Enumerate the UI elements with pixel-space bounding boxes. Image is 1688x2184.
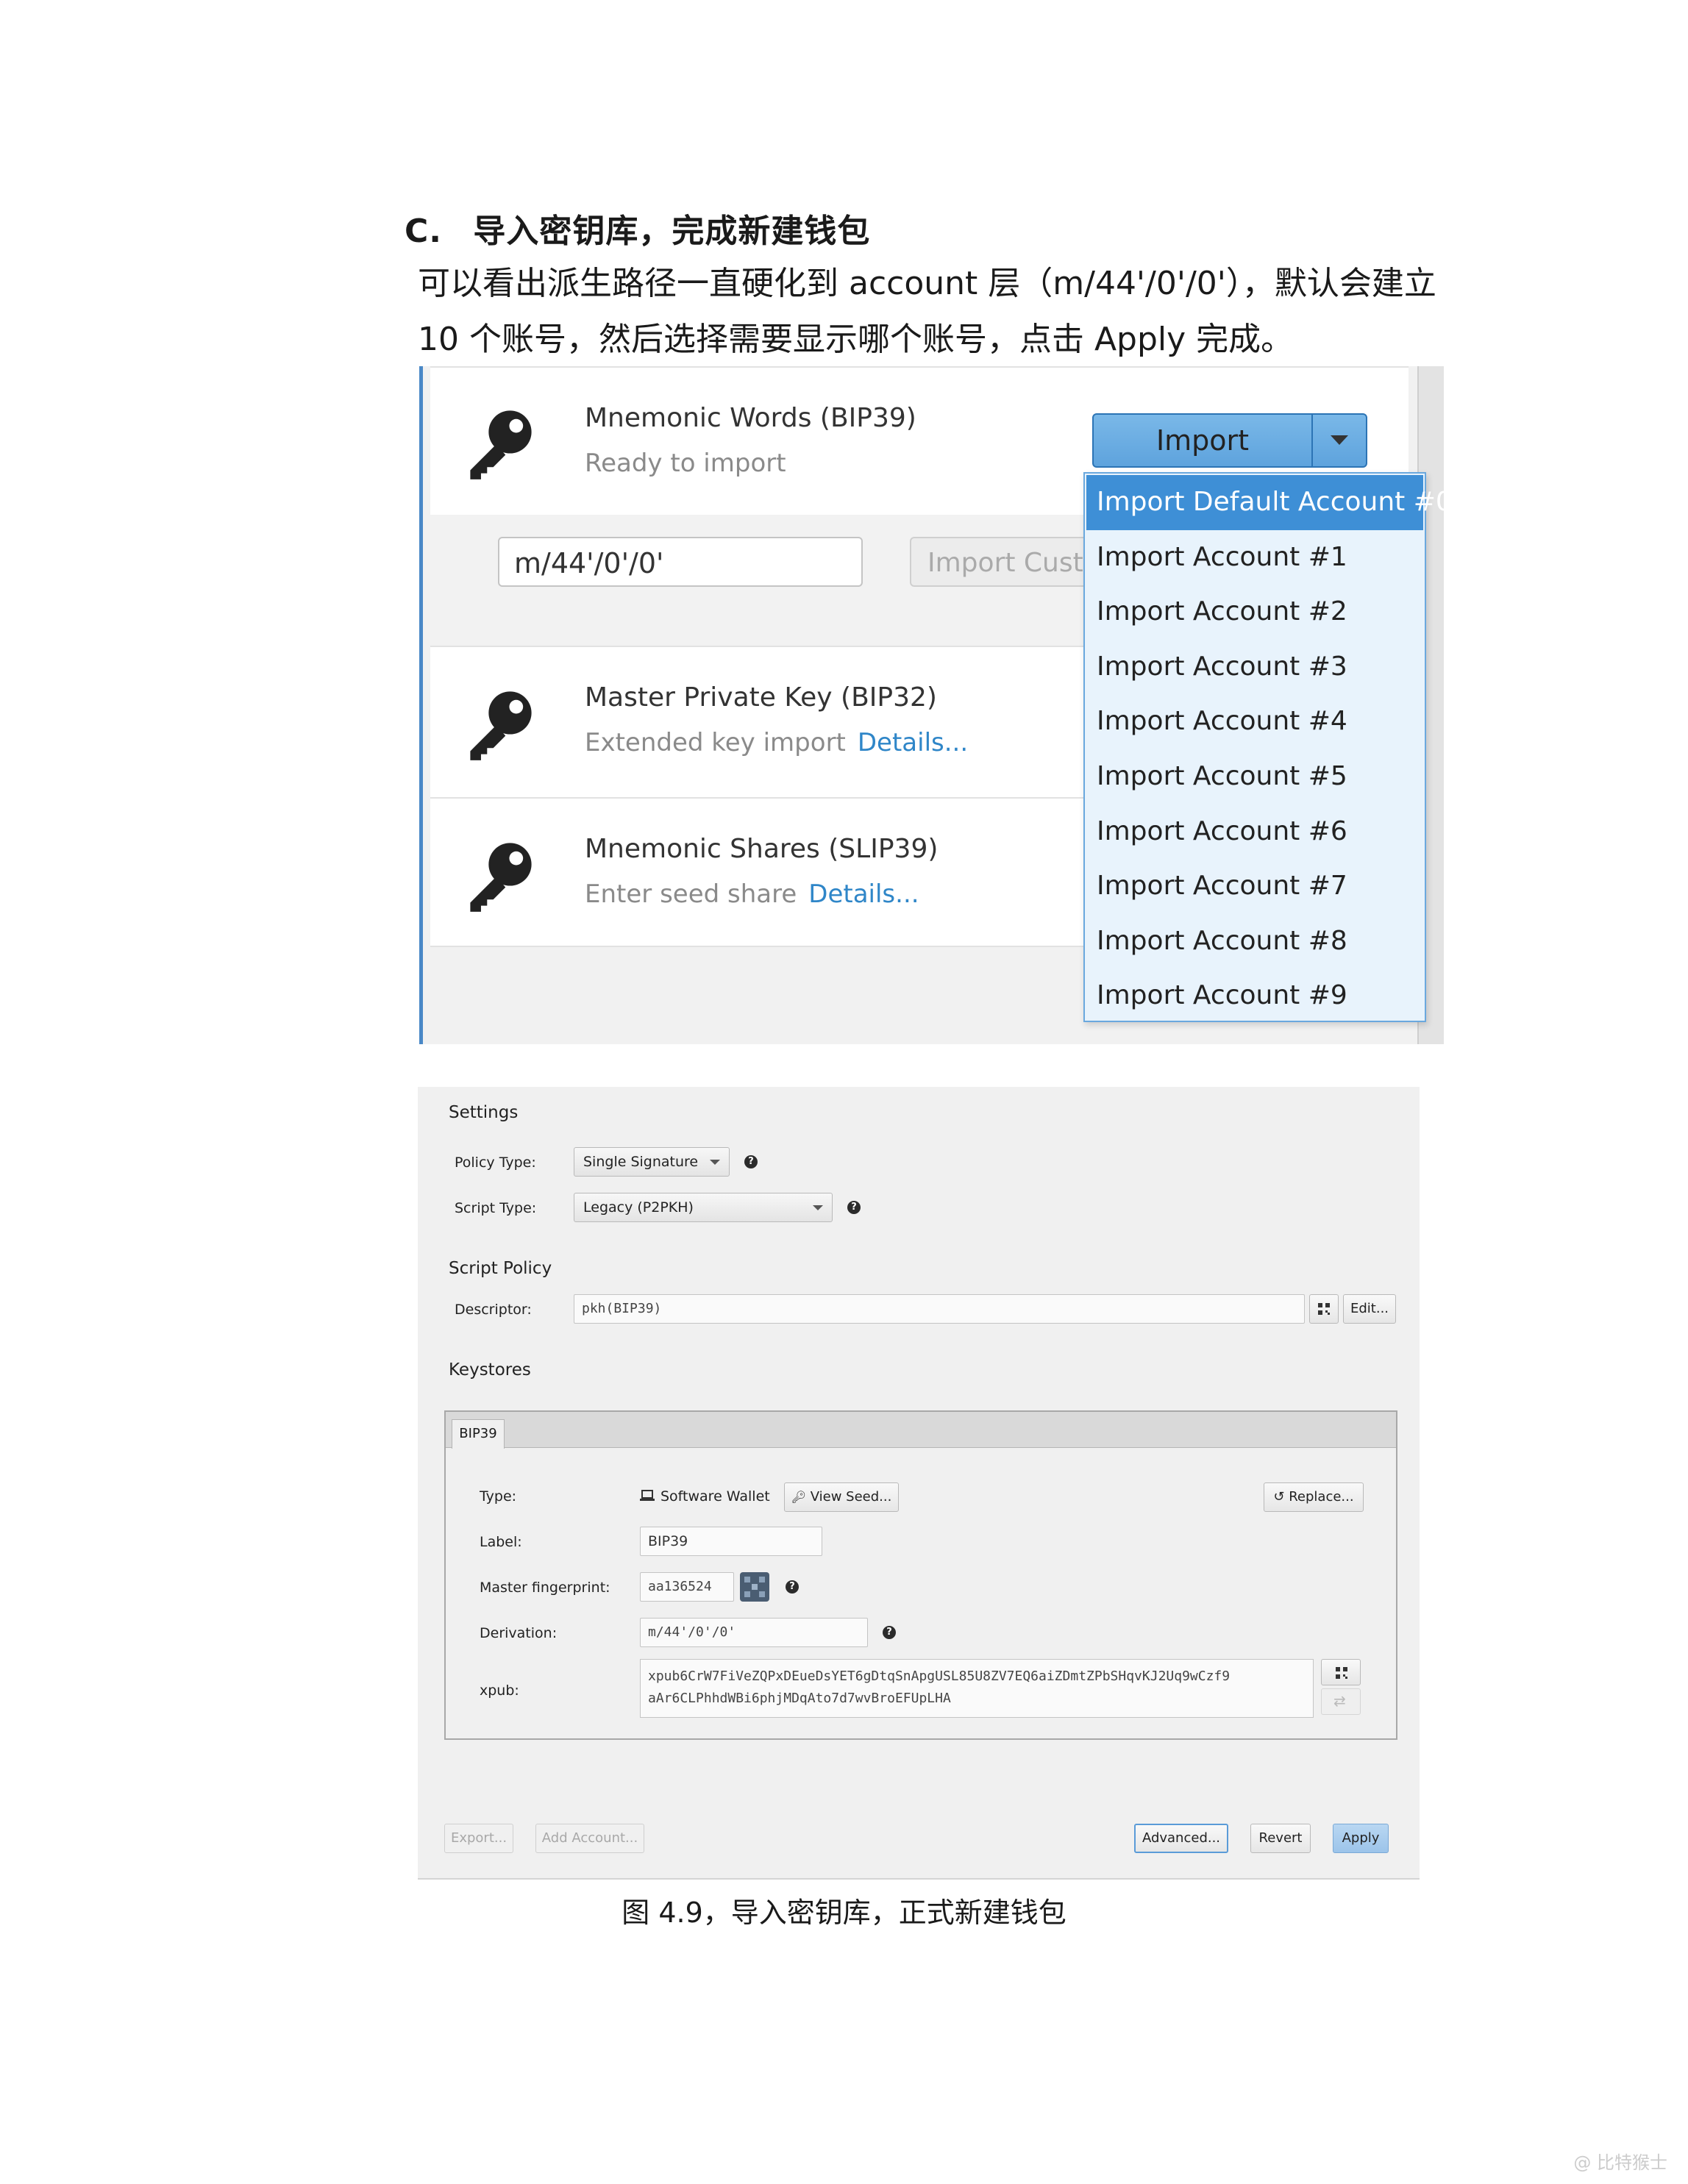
replace-button[interactable]: ↺ Replace... <box>1264 1482 1364 1512</box>
type-value: Software Wallet <box>660 1488 770 1505</box>
qr-code-icon <box>1336 1667 1347 1679</box>
import-keystore-button[interactable]: Import Keystore <box>1094 415 1313 508</box>
menu-item-account-0[interactable]: Import Default Account #0 <box>1086 475 1444 530</box>
derivation-label: Derivation: <box>480 1625 558 1641</box>
question-circle-icon[interactable]: ? <box>883 1626 896 1639</box>
wallet-settings-panel: Settings Policy Type: Single Signature ?… <box>418 1087 1420 1880</box>
view-seed-label: View Seed... <box>810 1489 892 1505</box>
card-title: Mnemonic Shares (SLIP39) <box>585 834 939 864</box>
menu-item-account-5[interactable]: Import Account #5 <box>1085 749 1425 804</box>
xpub-line-2: aAr6CLPhhdWBi6phjMDqAto7d7wvBroEFUpLHA <box>648 1691 951 1706</box>
derivation-input[interactable]: m/44'/0'/0' <box>498 537 863 587</box>
descriptor-input[interactable]: pkh(BIP39) <box>574 1294 1305 1324</box>
question-circle-icon[interactable]: ? <box>847 1201 861 1214</box>
card-title: Mnemonic Words (BIP39) <box>585 403 916 433</box>
question-circle-icon[interactable]: ? <box>744 1155 758 1168</box>
xpub-convert-button[interactable]: ⇄ <box>1321 1688 1361 1715</box>
xpub-textarea[interactable]: xpub6CrW7FiVeZQPxDEueDsYET6gDtqSnApgUSL8… <box>640 1659 1314 1718</box>
menu-item-account-6[interactable]: Import Account #6 <box>1085 804 1425 860</box>
script-policy-heading: Script Policy <box>449 1259 552 1278</box>
details-link[interactable]: Details... <box>808 879 919 909</box>
keystore-tab-pane: BIP39 Type: Software Wallet 🔑︎ View Seed… <box>444 1410 1397 1740</box>
swap-icon: ⇄ <box>1333 1692 1346 1710</box>
descriptor-label: Descriptor: <box>455 1302 532 1318</box>
add-account-button[interactable]: Add Account... <box>535 1824 644 1853</box>
menu-item-account-7[interactable]: Import Account #7 <box>1085 859 1425 914</box>
undo-icon: ↺ <box>1273 1489 1285 1505</box>
card-subtitle: Extended key import Details... <box>585 728 968 757</box>
card-subtitle-text: Extended key import <box>585 728 846 757</box>
keystore-tab-bar: BIP39 <box>446 1412 1396 1449</box>
keystores-heading: Keystores <box>449 1360 531 1380</box>
menu-item-account-4[interactable]: Import Account #4 <box>1085 694 1425 749</box>
import-keystore-split-button[interactable]: Import Keystore <box>1092 413 1367 508</box>
policy-type-select[interactable]: Single Signature <box>574 1147 730 1177</box>
fingerprint-identicon-icon <box>740 1572 769 1602</box>
question-circle-icon[interactable]: ? <box>786 1580 799 1594</box>
apply-button[interactable]: Apply <box>1333 1824 1389 1853</box>
label-label: Label: <box>480 1534 522 1550</box>
view-seed-button[interactable]: 🔑︎ View Seed... <box>784 1482 899 1512</box>
type-label: Type: <box>480 1488 517 1505</box>
import-keystore-panel: Mnemonic Words (BIP39) Ready to import I… <box>419 366 1444 1044</box>
policy-type-label: Policy Type: <box>455 1155 536 1171</box>
export-button[interactable]: Export... <box>444 1824 513 1853</box>
card-subtitle-text: Enter seed share <box>585 879 797 909</box>
figure-caption: 图 4.9，导入密钥库，正式新建钱包 <box>622 1896 1066 1929</box>
fingerprint-label: Master fingerprint: <box>480 1580 610 1596</box>
replace-label: Replace... <box>1289 1489 1354 1505</box>
edit-descriptor-button[interactable]: Edit... <box>1343 1294 1396 1324</box>
section-title: 导入密钥库，完成新建钱包 <box>473 213 871 250</box>
key-icon <box>470 691 532 760</box>
menu-item-account-1[interactable]: Import Account #1 <box>1085 530 1425 585</box>
watermark: @ 比特猴士 <box>1573 2152 1667 2173</box>
advanced-button[interactable]: Advanced... <box>1134 1824 1228 1853</box>
xpub-label: xpub: <box>480 1682 519 1699</box>
fingerprint-input[interactable]: aa136524 <box>640 1572 734 1602</box>
label-input[interactable]: BIP39 <box>640 1527 822 1556</box>
laptop-icon <box>640 1490 655 1501</box>
import-account-menu: Import Default Account #0 Import Account… <box>1083 472 1444 1024</box>
chevron-down-icon[interactable] <box>1311 415 1366 466</box>
section-heading: C. 导入密钥库，完成新建钱包 <box>405 204 870 251</box>
script-type-select[interactable]: Legacy (P2PKH) <box>574 1193 833 1222</box>
menu-item-account-8[interactable]: Import Account #8 <box>1085 914 1425 969</box>
tab-bip39[interactable]: BIP39 <box>452 1419 505 1449</box>
qr-code-icon <box>1318 1303 1330 1315</box>
xpub-line-1: xpub6CrW7FiVeZQPxDEueDsYET6gDtqSnApgUSL8… <box>648 1669 1231 1684</box>
menu-item-account-2[interactable]: Import Account #2 <box>1085 585 1425 640</box>
menu-item-account-9[interactable]: Import Account #9 <box>1085 968 1425 1024</box>
revert-button[interactable]: Revert <box>1250 1824 1311 1853</box>
card-title: Master Private Key (BIP32) <box>585 682 937 713</box>
script-type-label: Script Type: <box>455 1200 537 1216</box>
derivation-field[interactable]: m/44'/0'/0' <box>640 1618 868 1647</box>
card-subtitle: Enter seed share Details... <box>585 879 919 909</box>
details-link[interactable]: Details... <box>858 728 968 757</box>
settings-heading: Settings <box>449 1103 519 1122</box>
body-paragraph: 可以看出派生路径一直硬化到 account 层（m/44'/0'/0'），默认会… <box>418 265 1436 358</box>
key-icon <box>470 843 532 912</box>
section-letter: C. <box>405 213 443 250</box>
card-subtitle: Ready to import <box>585 449 786 478</box>
key-icon <box>470 410 532 479</box>
descriptor-qr-button[interactable] <box>1309 1294 1339 1324</box>
menu-item-account-3[interactable]: Import Account #3 <box>1085 640 1425 695</box>
key-icon: 🔑︎ <box>791 1490 806 1504</box>
xpub-qr-button[interactable] <box>1321 1659 1361 1685</box>
